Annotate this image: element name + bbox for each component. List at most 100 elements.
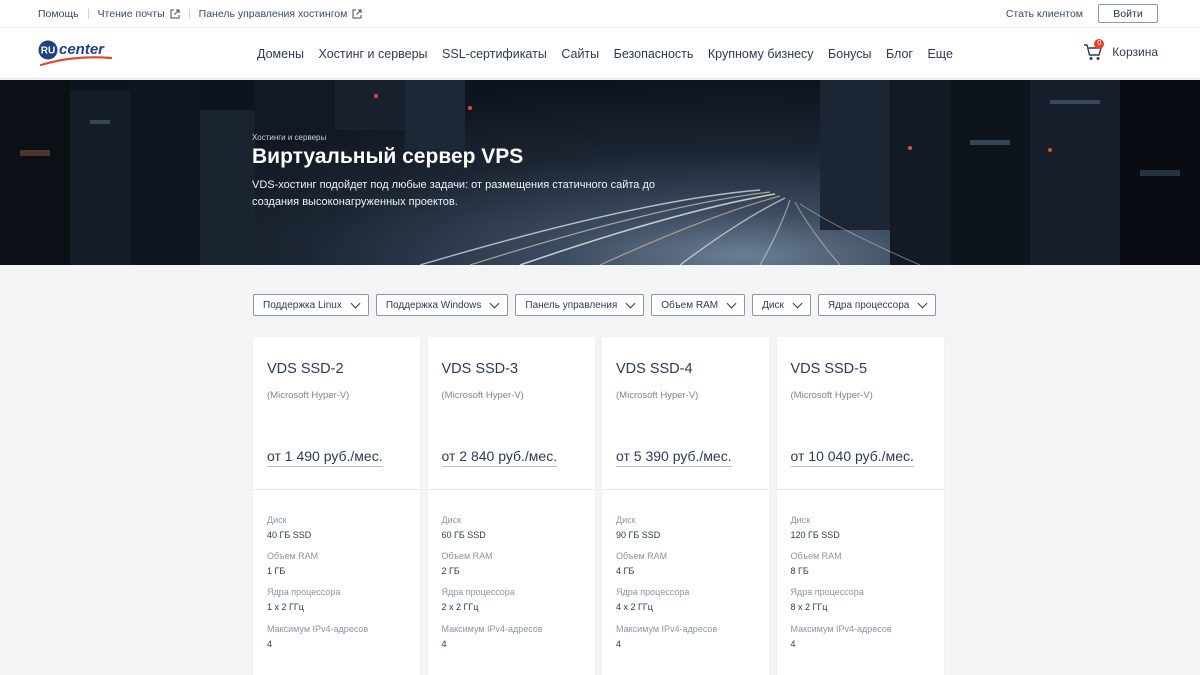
plan-card[interactable]: VDS SSD-2 (Microsoft Hyper-V) от 1 490 р…: [253, 337, 420, 675]
filter-cpu-cores[interactable]: Ядра процессора: [817, 294, 937, 316]
spec-ipv4: Максимум IPv4-адресов 4: [442, 624, 543, 649]
filter-ram[interactable]: Объем RAM: [651, 294, 746, 316]
plan-card[interactable]: VDS SSD-3 (Microsoft Hyper-V) от 2 840 р…: [427, 337, 595, 675]
page-title: Виртуальный сервер VPS: [252, 145, 524, 168]
nav-domains[interactable]: Домены: [257, 47, 304, 61]
cart-label: Корзина: [1112, 45, 1158, 59]
spec-disk: Диск 90 ГБ SSD: [616, 515, 660, 540]
main-nav: Домены Хостинг и серверы SSL-сертификаты…: [257, 47, 967, 61]
webmail-link[interactable]: Чтение почты: [98, 8, 165, 20]
divider: [87, 9, 89, 19]
spec-value: 60 ГБ SSD: [441, 530, 486, 540]
plan-price[interactable]: от 10 040 руб./мес.: [790, 448, 914, 467]
filter-label: Поддержка Windows: [385, 299, 482, 311]
plan-card[interactable]: VDS SSD-4 (Microsoft Hyper-V) от 5 390 р…: [602, 337, 769, 675]
spec-cpu: Ядра процессора 4 x 2 ГГц: [616, 587, 689, 612]
plan-name[interactable]: VDS SSD-2: [267, 361, 344, 377]
logo-ru-text: RU: [41, 46, 55, 57]
account-links: Стать клиентом Войти: [1006, 4, 1158, 23]
nav-ssl[interactable]: SSL-сертификаты: [442, 47, 547, 61]
plan-price[interactable]: от 2 840 руб./мес.: [441, 448, 558, 467]
nav-blog[interactable]: Блог: [886, 47, 913, 61]
divider: [602, 489, 769, 490]
logo-center-text: center: [59, 41, 105, 58]
spec-cpu: Ядра процессора 8 x 2 ГГц: [791, 587, 864, 612]
spec-label: Максимум IPv4-адресов: [790, 624, 892, 634]
chevron-down-icon: [350, 298, 361, 308]
spec-label: Максимум IPv4-адресов: [616, 624, 718, 634]
spec-ram: Объем RAM 4 ГБ: [616, 551, 667, 576]
spec-disk: Диск 40 ГБ SSD: [267, 515, 311, 540]
filter-disk[interactable]: Диск: [752, 294, 811, 316]
plan-price[interactable]: от 1 490 руб./мес.: [267, 448, 383, 467]
filter-windows[interactable]: Поддержка Windows: [375, 294, 509, 316]
plan-cards: VDS SSD-2 (Microsoft Hyper-V) от 1 490 р…: [253, 337, 951, 675]
filter-label: Панель управления: [525, 299, 618, 311]
spec-value: 2 ГБ: [441, 566, 460, 576]
spec-cpu: Ядра процессора 2 x 2 ГГц: [442, 587, 515, 612]
spec-value: 4: [616, 639, 622, 649]
spec-value: 2 x 2 ГГц: [441, 602, 479, 612]
spec-value: 8 x 2 ГГц: [790, 602, 828, 612]
spec-label: Диск: [616, 515, 636, 525]
spec-cpu: Ядра процессора 1 x 2 ГГц: [267, 587, 340, 612]
spec-label: Диск: [267, 515, 287, 525]
spec-value: 1 ГБ: [267, 566, 286, 576]
plan-price[interactable]: от 5 390 руб./мес.: [616, 448, 732, 467]
spec-ram: Объем RAM 2 ГБ: [442, 551, 493, 576]
hosting-panel-link[interactable]: Панель управления хостингом: [199, 8, 348, 20]
plan-virtualization: (Microsoft Hyper-V): [616, 390, 699, 401]
divider: [776, 489, 944, 490]
plan-virtualization: (Microsoft Hyper-V): [441, 390, 524, 401]
filter-label: Ядра процессора: [827, 299, 910, 311]
utility-bar: Помощь Чтение почты Панель управления хо…: [0, 0, 1200, 28]
nav-sites[interactable]: Сайты: [561, 47, 599, 61]
plan-name[interactable]: VDS SSD-5: [791, 361, 868, 377]
spec-label: Ядра процессора: [790, 587, 864, 597]
external-link-icon[interactable]: [352, 9, 362, 19]
spec-label: Объем RAM: [616, 551, 668, 561]
spec-label: Ядра процессора: [441, 587, 515, 597]
nav-security[interactable]: Безопасность: [614, 47, 694, 61]
cart-link[interactable]: 0 Корзина: [1083, 39, 1158, 61]
filter-label: Поддержка Linux: [263, 299, 342, 311]
nav-bonuses[interactable]: Бонусы: [828, 47, 871, 61]
filter-label: Диск: [762, 299, 784, 311]
plan-card[interactable]: VDS SSD-5 (Microsoft Hyper-V) от 10 040 …: [776, 337, 944, 675]
spec-ipv4: Максимум IPv4-адресов 4: [267, 624, 368, 649]
chevron-down-icon: [489, 298, 500, 308]
spec-value: 4 ГБ: [616, 566, 635, 576]
hero-city-image: [0, 80, 1200, 265]
cart-icon[interactable]: 0: [1083, 39, 1105, 61]
spec-label: Диск: [790, 515, 811, 525]
become-client-link[interactable]: Стать клиентом: [1006, 8, 1083, 20]
nav-hosting[interactable]: Хостинг и серверы: [319, 47, 428, 61]
divider: [253, 489, 420, 490]
utility-links: Помощь Чтение почты Панель управления хо…: [38, 8, 362, 20]
spec-value: 40 ГБ SSD: [267, 530, 312, 540]
divider: [427, 489, 595, 490]
breadcrumb[interactable]: Хостинги и серверы: [252, 133, 326, 142]
filter-bar: Поддержка Linux Поддержка Windows Панель…: [253, 294, 943, 316]
spec-label: Ядра процессора: [616, 587, 690, 597]
chevron-down-icon: [792, 298, 803, 308]
spec-label: Ядра процессора: [267, 587, 341, 597]
plan-name[interactable]: VDS SSD-3: [442, 361, 519, 377]
help-link[interactable]: Помощь: [38, 8, 79, 20]
ru-center-logo[interactable]: RU center: [38, 38, 114, 68]
divider: [188, 9, 190, 19]
nav-more[interactable]: Еще: [927, 47, 952, 61]
nav-enterprise[interactable]: Крупному бизнесу: [708, 47, 814, 61]
filter-linux[interactable]: Поддержка Linux: [253, 294, 369, 316]
spec-value: 120 ГБ SSD: [790, 530, 840, 540]
chevron-down-icon: [726, 298, 737, 308]
page-description: VDS-хостинг подойдет под любые задачи: о…: [252, 179, 655, 208]
spec-value: 90 ГБ SSD: [616, 530, 661, 540]
spec-label: Диск: [441, 515, 462, 525]
filter-control-panel[interactable]: Панель управления: [515, 294, 645, 316]
spec-value: 1 x 2 ГГц: [267, 602, 304, 612]
spec-ram: Объем RAM 1 ГБ: [267, 551, 318, 576]
plan-name[interactable]: VDS SSD-4: [616, 361, 693, 377]
login-button[interactable]: Войти: [1098, 4, 1158, 23]
external-link-icon[interactable]: [170, 9, 180, 19]
